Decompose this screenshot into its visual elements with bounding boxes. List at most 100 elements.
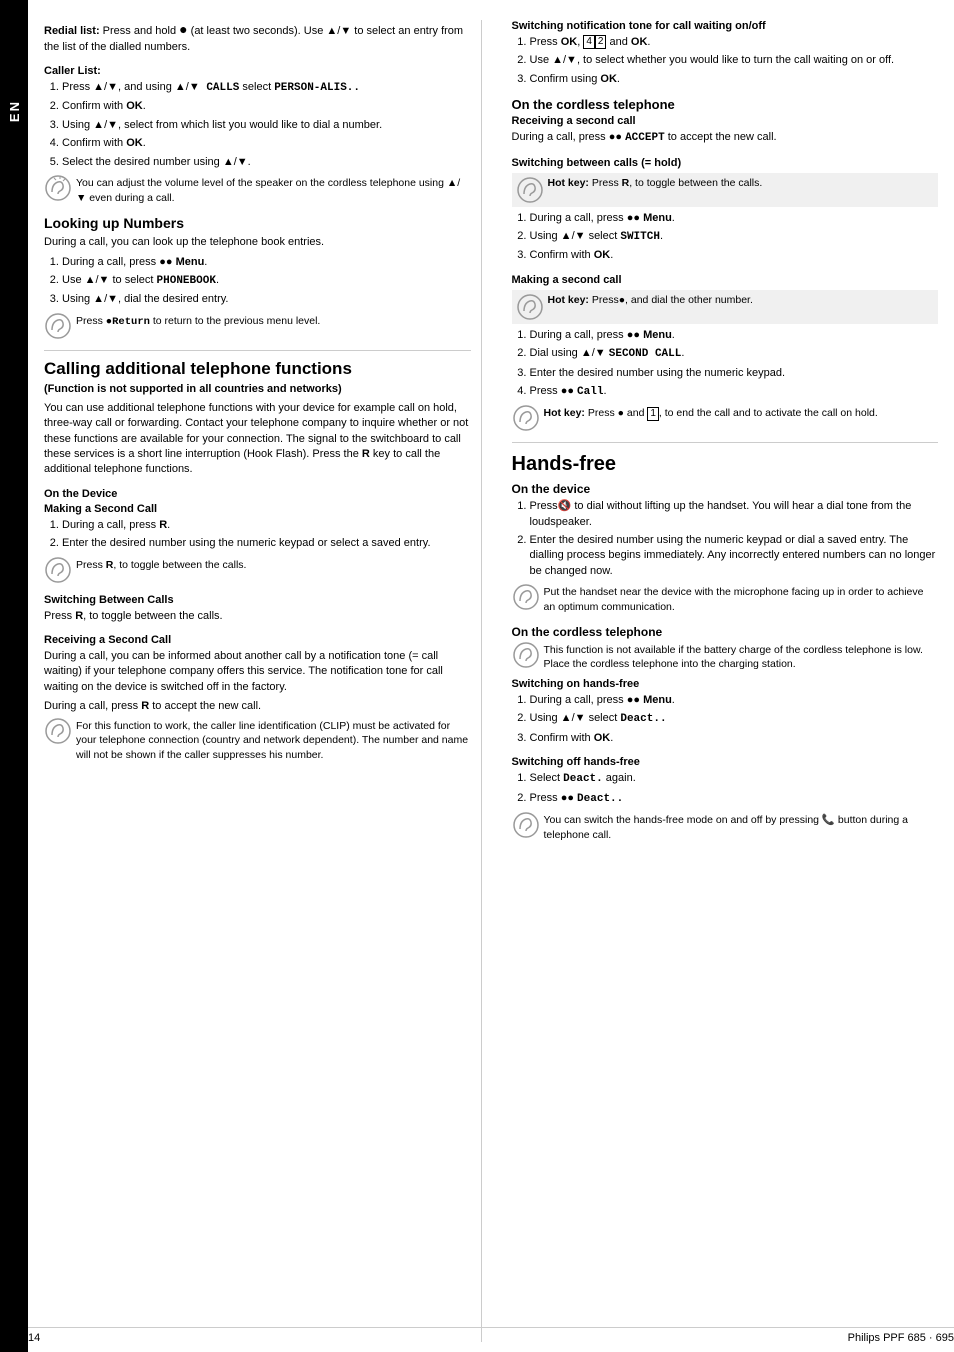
on-device-section: On the Device Making a Second Call Durin…: [44, 488, 471, 763]
hands-free-cordless-section: On the cordless telephone This function …: [512, 625, 939, 843]
looking-up-section: Looking up Numbers During a call, you ca…: [44, 215, 471, 340]
caller-list-steps: Press ▲/▼, and using ▲/▼ CALLS select PE…: [62, 80, 471, 170]
cordless-making-hotkey-text: Hot key: Press●, and dial the other numb…: [548, 293, 753, 308]
en-label: EN: [7, 100, 22, 122]
right-column: Switching notification tone for call wai…: [502, 20, 939, 1342]
redial-list-section: Redial list: Press and hold ● (at least …: [44, 20, 471, 55]
hands-free-device-title: On the device: [512, 482, 939, 496]
cordless-making-steps: During a call, press ●● Menu. Dial using…: [530, 328, 939, 401]
receiving-second-call-step: During a call, press R to accept the new…: [44, 699, 471, 714]
switching-on-step-1: During a call, press ●● Menu.: [530, 693, 939, 708]
hands-free-section: Hands-free On the device Press🔇 to dial …: [512, 453, 939, 842]
cordless-making-section: Making a second call Hot key: Press●, an…: [512, 274, 939, 433]
caller-list-title: Caller List:: [44, 65, 471, 77]
hands-free-device-steps: Press🔇 to dial without lifting up the ha…: [530, 499, 939, 579]
left-column: Redial list: Press and hold ● (at least …: [44, 20, 482, 1342]
cordless-switching-step-2: Using ▲/▼ select SWITCH.: [530, 229, 939, 245]
caller-list-note-text: You can adjust the volume level of the s…: [76, 176, 471, 205]
cordless-switching-hotkey: Hot key: Press R, to toggle between the …: [512, 173, 939, 207]
hotkey-icon-2: [516, 293, 544, 321]
page-number: 14: [28, 1332, 40, 1344]
hands-free-device-step-1: Press🔇 to dial without lifting up the ha…: [530, 499, 939, 530]
looking-up-step-1: During a call, press ●● Menu.: [62, 255, 471, 270]
hands-free-device-section: On the device Press🔇 to dial without lif…: [512, 482, 939, 614]
caller-list-step-5: Select the desired number using ▲/▼.: [62, 155, 471, 170]
hands-free-cordless-title: On the cordless telephone: [512, 625, 939, 639]
switching-off-handsfree-section: Switching off hands-free Select Deact. a…: [512, 756, 939, 842]
hands-free-cordless-note: This function is not available if the ba…: [512, 643, 939, 672]
caller-list-section: Caller List: Press ▲/▼, and using ▲/▼ CA…: [44, 65, 471, 205]
cordless-switching-hotkey-text: Hot key: Press R, to toggle between the …: [548, 176, 763, 191]
cordless-making-title: Making a second call: [512, 274, 939, 286]
note-icon-3: [44, 556, 72, 584]
page: EN Redial list: Press and hold ● (at lea…: [0, 0, 954, 1352]
cordless-switching-step-1: During a call, press ●● Menu.: [530, 211, 939, 226]
receiving-second-call-section: Receiving a Second Call During a call, y…: [44, 634, 471, 763]
switching-between-calls-title: Switching Between Calls: [44, 594, 471, 606]
caller-list-note: You can adjust the volume level of the s…: [44, 176, 471, 205]
on-device-title: On the Device: [44, 488, 471, 500]
note-icon-2: [44, 312, 72, 340]
redial-list-text: Redial list: Press and hold ● (at least …: [44, 20, 471, 55]
switching-on-step-2: Using ▲/▼ select Deact..: [530, 711, 939, 727]
switching-on-step-3: Confirm with OK.: [530, 731, 939, 746]
receiving-second-call-body: During a call, you can be informed about…: [44, 649, 471, 695]
brand-name: Philips PPF 685 · 695: [848, 1332, 954, 1344]
content-area: Redial list: Press and hold ● (at least …: [28, 0, 954, 1352]
making-second-call-step-1: During a call, press R.: [62, 518, 471, 533]
switching-off-note-text: You can switch the hands-free mode on an…: [544, 813, 939, 842]
hands-free-device-note-text: Put the handset near the device with the…: [544, 585, 939, 614]
divider-1: [44, 350, 471, 351]
looking-up-title: Looking up Numbers: [44, 215, 471, 231]
hands-free-title: Hands-free: [512, 453, 939, 476]
switching-between-calls-section: Switching Between Calls Press R, to togg…: [44, 594, 471, 624]
redial-list-label: Redial list:: [44, 25, 100, 37]
switching-on-handsfree-steps: During a call, press ●● Menu. Using ▲/▼ …: [530, 693, 939, 746]
cordless-switching-title: Switching between calls (= hold): [512, 157, 939, 169]
footer: 14 Philips PPF 685 · 695: [28, 1327, 954, 1344]
on-cordless-title: On the cordless telephone: [512, 97, 939, 112]
note-icon-5: [512, 404, 540, 432]
looking-up-intro: During a call, you can look up the telep…: [44, 235, 471, 250]
cordless-making-hotkey: Hot key: Press●, and dial the other numb…: [512, 290, 939, 324]
note-icon-8: [512, 811, 540, 839]
cordless-making-note-text: Hot key: Press ● and 1, to end the call …: [544, 406, 878, 421]
note-icon-1: [44, 174, 72, 202]
calling-additional-title: Calling additional telephone functions: [44, 359, 471, 379]
caller-list-step-1: Press ▲/▼, and using ▲/▼ CALLS select PE…: [62, 80, 471, 96]
note-icon-6: [512, 583, 540, 611]
receiving-second-call-note: For this function to work, the caller li…: [44, 719, 471, 763]
cordless-making-step-3: Enter the desired number using the numer…: [530, 366, 939, 381]
calling-additional-section: Calling additional telephone functions (…: [44, 359, 471, 478]
switching-off-handsfree-title: Switching off hands-free: [512, 756, 939, 768]
hands-free-device-note: Put the handset near the device with the…: [512, 585, 939, 614]
switching-off-step-2: Press ●● Deact..: [530, 791, 939, 807]
switching-notification-step-3: Confirm using OK.: [530, 72, 939, 87]
cordless-making-step-1: During a call, press ●● Menu.: [530, 328, 939, 343]
switching-notification-section: Switching notification tone for call wai…: [512, 20, 939, 87]
hands-free-cordless-note-text: This function is not available if the ba…: [544, 643, 939, 672]
receiving-second-call-note-text: For this function to work, the caller li…: [76, 719, 471, 763]
switching-off-handsfree-steps: Select Deact. again. Press ●● Deact..: [530, 771, 939, 807]
cordless-switching-steps: During a call, press ●● Menu. Using ▲/▼ …: [530, 211, 939, 264]
switching-notification-steps: Press OK, 42 and OK. Use ▲/▼, to select …: [530, 35, 939, 87]
cordless-making-note: Hot key: Press ● and 1, to end the call …: [512, 406, 939, 432]
caller-list-step-4: Confirm with OK.: [62, 136, 471, 151]
caller-list-step-2: Confirm with OK.: [62, 99, 471, 114]
looking-up-step-2: Use ▲/▼ to select PHONEBOOK.: [62, 273, 471, 289]
making-second-call-step-2: Enter the desired number using the numer…: [62, 536, 471, 551]
hands-free-device-step-2: Enter the desired number using the numer…: [530, 533, 939, 579]
on-cordless-section: On the cordless telephone Receiving a se…: [512, 97, 939, 432]
looking-up-steps: During a call, press ●● Menu. Use ▲/▼ to…: [62, 255, 471, 308]
cordless-receiving-section: Receiving a second call During a call, p…: [512, 115, 939, 146]
en-tab: EN: [0, 0, 28, 1352]
hotkey-icon-1: [516, 176, 544, 204]
switching-on-handsfree-title: Switching on hands-free: [512, 678, 939, 690]
note-icon-7: [512, 641, 540, 669]
switching-off-step-1: Select Deact. again.: [530, 771, 939, 787]
making-second-call-section: Making a Second Call During a call, pres…: [44, 503, 471, 584]
switching-notification-step-2: Use ▲/▼, to select whether you would lik…: [530, 53, 939, 68]
cordless-receiving-text: During a call, press ●● ACCEPT to accept…: [512, 130, 939, 146]
switching-notification-title: Switching notification tone for call wai…: [512, 20, 939, 32]
switching-between-calls-text: Press R, to toggle between the calls.: [44, 609, 471, 624]
